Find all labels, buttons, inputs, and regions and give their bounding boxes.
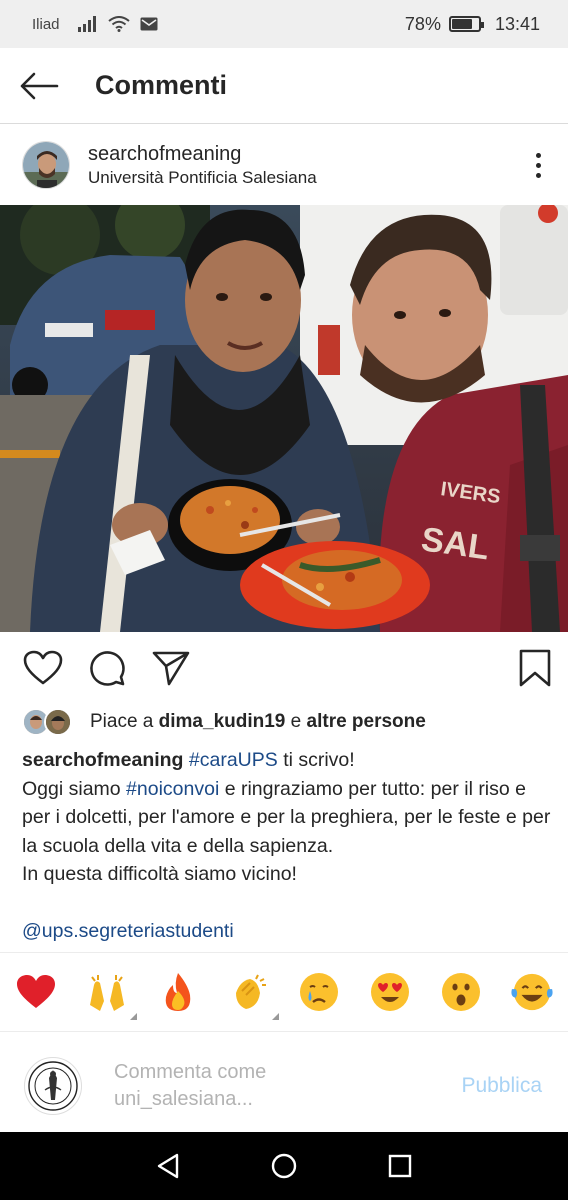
status-right: 78% 13:41 <box>405 14 540 35</box>
tears-of-joy-emoji[interactable] <box>510 970 554 1014</box>
mail-notification-icon <box>140 17 158 31</box>
post-header: searchofmeaning Università Pontificia Sa… <box>0 126 568 204</box>
more-options-button[interactable] <box>508 135 568 195</box>
caption-body: Oggi siamo #noiconvoi e ringraziamo per … <box>22 775 552 861</box>
post-actions <box>0 640 568 696</box>
clock: 13:41 <box>494 13 540 34</box>
current-user-avatar <box>24 1057 82 1115</box>
triangle-back-icon <box>157 1153 179 1179</box>
post-caption: searchofmeaning #caraUPS ti scrivo! Oggi… <box>22 746 552 946</box>
likes-prefix: Piace a <box>90 711 154 732</box>
dot <box>535 172 541 178</box>
caption-line: searchofmeaning #caraUPS ti scrivo! <box>22 746 552 775</box>
fire-emoji[interactable] <box>156 970 200 1014</box>
post-photo[interactable]: IVERS SAL <box>0 205 568 632</box>
caption-text: In questa difficoltà siamo vicino! <box>22 863 297 885</box>
nav-recents-button[interactable] <box>380 1146 420 1186</box>
arrow-left-icon <box>20 72 59 99</box>
more-variants-indicator <box>129 1013 137 1020</box>
nav-home-button[interactable] <box>264 1146 304 1186</box>
tears-of-joy-icon <box>511 973 553 1011</box>
wifi-icon <box>107 16 130 32</box>
carrier-name: Iliad <box>32 15 60 33</box>
likes-summary[interactable]: Piace a dima_kudin19 e altre persone <box>22 704 426 740</box>
heart-eyes-emoji[interactable] <box>368 970 412 1014</box>
instagram-comments-screen: Iliad 78% 13:41 Commenti searchofmeaning… <box>0 0 568 1200</box>
app-header: Commenti <box>0 48 568 124</box>
comment-bubble-icon <box>90 651 125 686</box>
emoji-reaction-bar <box>0 952 568 1032</box>
liker-avatars <box>22 708 78 736</box>
user-avatar[interactable] <box>22 141 70 189</box>
photo-illustration: IVERS SAL <box>0 205 568 632</box>
comment-button[interactable] <box>84 645 130 691</box>
status-left: Iliad <box>32 16 158 33</box>
back-button[interactable] <box>0 48 78 124</box>
save-button[interactable] <box>512 645 558 691</box>
dot <box>535 162 541 168</box>
avatar-photo <box>23 142 69 188</box>
comment-input[interactable]: Commenta come uni_salesiana... <box>114 1059 324 1113</box>
hashtag-link[interactable]: #caraUPS <box>189 749 278 771</box>
likes-user[interactable]: dima_kudin19 <box>159 711 286 732</box>
caption-username[interactable]: searchofmeaning <box>22 749 183 771</box>
clapping-hands-icon <box>235 974 266 1009</box>
red-heart-emoji[interactable] <box>14 970 58 1014</box>
surprised-face-icon <box>442 973 481 1011</box>
more-variants-indicator <box>271 1013 279 1020</box>
post-location[interactable]: Università Pontificia Salesiana <box>88 168 317 188</box>
crying-face-icon <box>300 973 339 1011</box>
signal-icon <box>77 16 96 32</box>
likes-others[interactable]: altre persone <box>307 711 426 732</box>
battery-percent: 78% <box>404 13 441 34</box>
mention-link[interactable]: @ups.segreteriastudenti <box>22 917 552 946</box>
fire-icon <box>165 973 190 1011</box>
post-username[interactable]: searchofmeaning <box>88 143 317 166</box>
dot <box>535 152 541 158</box>
comment-composer: Commenta come uni_salesiana... Pubblica <box>0 1040 568 1132</box>
hashtag-link[interactable]: #noiconvoi <box>126 778 219 800</box>
square-recents-icon <box>388 1154 412 1178</box>
caption-text: ti scrivo! <box>283 749 355 771</box>
nav-back-button[interactable] <box>148 1146 188 1186</box>
system-navigation-bar <box>0 1132 568 1200</box>
raising-hands-icon <box>89 975 124 1011</box>
heart-icon <box>23 650 63 685</box>
battery-icon <box>448 16 484 32</box>
clapping-hands-emoji[interactable] <box>227 970 279 1020</box>
university-seal-logo <box>28 1061 78 1111</box>
publish-button[interactable]: Pubblica <box>461 1074 542 1098</box>
page-title: Commenti <box>95 70 228 100</box>
caption-text: Oggi siamo <box>22 777 121 800</box>
likes-text: Piace a dima_kudin19 e altre persone <box>90 711 426 733</box>
red-heart-icon <box>17 975 55 1008</box>
heart-eyes-icon <box>371 973 410 1011</box>
circle-home-icon <box>271 1153 297 1179</box>
like-button[interactable] <box>20 645 66 691</box>
liker-avatar <box>44 708 72 736</box>
bookmark-icon <box>519 649 551 687</box>
status-bar: Iliad 78% 13:41 <box>0 0 568 48</box>
battery-fill <box>451 19 473 29</box>
surprised-face-emoji[interactable] <box>439 970 483 1014</box>
raising-hands-emoji[interactable] <box>85 970 137 1020</box>
likes-connector: e <box>290 711 302 732</box>
crying-face-emoji[interactable] <box>297 970 341 1014</box>
share-button[interactable] <box>148 645 194 691</box>
paper-plane-icon <box>152 651 190 686</box>
post-meta: searchofmeaning Università Pontificia Sa… <box>88 143 317 188</box>
